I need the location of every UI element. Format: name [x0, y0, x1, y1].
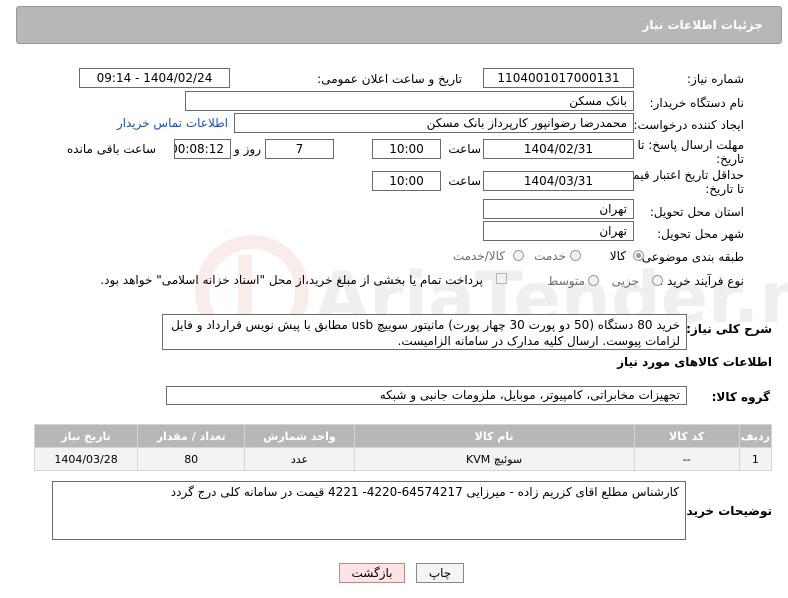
need-number-field: 1104001017000131: [483, 68, 634, 88]
category-radio-both[interactable]: [513, 250, 524, 261]
process-radio-medium[interactable]: [588, 275, 599, 286]
print-button[interactable]: چاپ: [416, 563, 464, 583]
process-option-medium: متوسط: [547, 274, 585, 288]
price-validity-label: حداقل تاریخ اعتبار قیمت:: [617, 168, 744, 182]
goods-group-label: گروه کالا:: [711, 390, 770, 404]
col-name: نام کالا: [353, 424, 635, 448]
price-date-field: 1404/03/31: [483, 171, 634, 191]
goods-group-field: تجهیزات مخابراتی، کامپیوتر، موبایل، ملزو…: [166, 386, 687, 405]
process-label: نوع فرآیند خرید :: [659, 274, 744, 288]
city-field: تهران: [483, 221, 634, 241]
creator-field: محمدرضا رضوانپور کارپرداز بانک مسکن: [234, 113, 634, 133]
col-date: تاریخ نیاز: [33, 424, 139, 448]
treasury-checkbox[interactable]: [496, 273, 507, 284]
city-label: شهر محل تحویل:: [657, 227, 744, 241]
days-field: 7: [265, 139, 334, 159]
remaining-time-field: 00:08:12: [174, 139, 231, 159]
reply-date-field: 1404/02/31: [483, 139, 634, 159]
category-option-goods: کالا: [609, 249, 626, 263]
price-time-label: ساعت: [448, 174, 481, 188]
process-option-minor: جزیی: [611, 274, 639, 288]
buyer-contact-link[interactable]: اطلاعات تماس خریدار: [117, 116, 228, 130]
price-validity-label-2: تا تاریخ:: [705, 182, 744, 196]
buyer-notes-text: کارشناس مطلع اقای کزریم زاده - میرزایی 6…: [52, 481, 686, 540]
back-button[interactable]: بازگشت: [339, 563, 405, 583]
goods-table: ردیف کد کالا نام کالا واحد شمارش تعداد /…: [33, 424, 773, 471]
buyer-org-label: نام دستگاه خریدار:: [649, 96, 745, 110]
cell-row: 1: [738, 447, 773, 471]
buyer-org-field: بانک مسکن: [185, 91, 634, 111]
col-qty: تعداد / مقدار: [137, 424, 246, 448]
creator-label: ایجاد کننده درخواست:: [633, 118, 744, 132]
reply-time-field: 10:00: [372, 139, 441, 159]
category-option-both: کالا/خدمت: [452, 249, 505, 263]
announce-field: 1404/02/24 - 09:14: [79, 68, 230, 88]
need-number-label: شماره نیاز:: [687, 72, 744, 86]
cell-code: --: [633, 447, 740, 471]
page-title: جزئیات اطلاعات نیاز: [642, 18, 763, 32]
reply-deadline-label: مهلت ارسال پاسخ: تا: [637, 138, 744, 152]
province-field: تهران: [483, 199, 634, 219]
description-text: خرید 80 دستگاه (50 دو پورت 30 چهار پورت)…: [162, 314, 687, 350]
page-header: جزئیات اطلاعات نیاز: [16, 6, 782, 44]
goods-section-title: اطلاعات کالاهای مورد نیاز: [617, 355, 772, 369]
reply-time-label: ساعت: [448, 142, 481, 156]
payment-note: پرداخت تمام یا بخشی از مبلغ خرید،از محل …: [100, 273, 483, 287]
cell-date: 1404/03/28: [33, 447, 139, 471]
cell-unit: عدد: [244, 447, 355, 471]
category-radio-service[interactable]: [570, 250, 581, 261]
remaining-label: ساعت باقی مانده: [66, 142, 156, 156]
process-radio-minor[interactable]: [652, 275, 663, 286]
category-radio-goods[interactable]: [633, 250, 644, 261]
reply-deadline-label-2: تاریخ:: [716, 152, 744, 166]
announce-label: تاریخ و ساعت اعلان عمومی:: [317, 72, 462, 86]
price-time-field: 10:00: [372, 171, 441, 191]
table-row: 1 -- سوئیچ KVM عدد 80 1404/03/28: [33, 447, 773, 471]
category-option-service: خدمت: [534, 249, 566, 263]
cell-qty: 80: [137, 447, 246, 471]
col-code: کد کالا: [633, 424, 740, 448]
col-row: ردیف: [738, 424, 773, 448]
days-and-label: روز و: [234, 142, 261, 156]
cell-name: سوئیچ KVM: [353, 447, 635, 471]
description-label: شرح کلی نیاز:: [686, 322, 772, 336]
goods-table-header: ردیف کد کالا نام کالا واحد شمارش تعداد /…: [33, 424, 773, 448]
col-unit: واحد شمارش: [244, 424, 355, 448]
category-label: طبقه بندی موضوعی:: [637, 250, 744, 264]
province-label: استان محل تحویل:: [649, 205, 744, 219]
